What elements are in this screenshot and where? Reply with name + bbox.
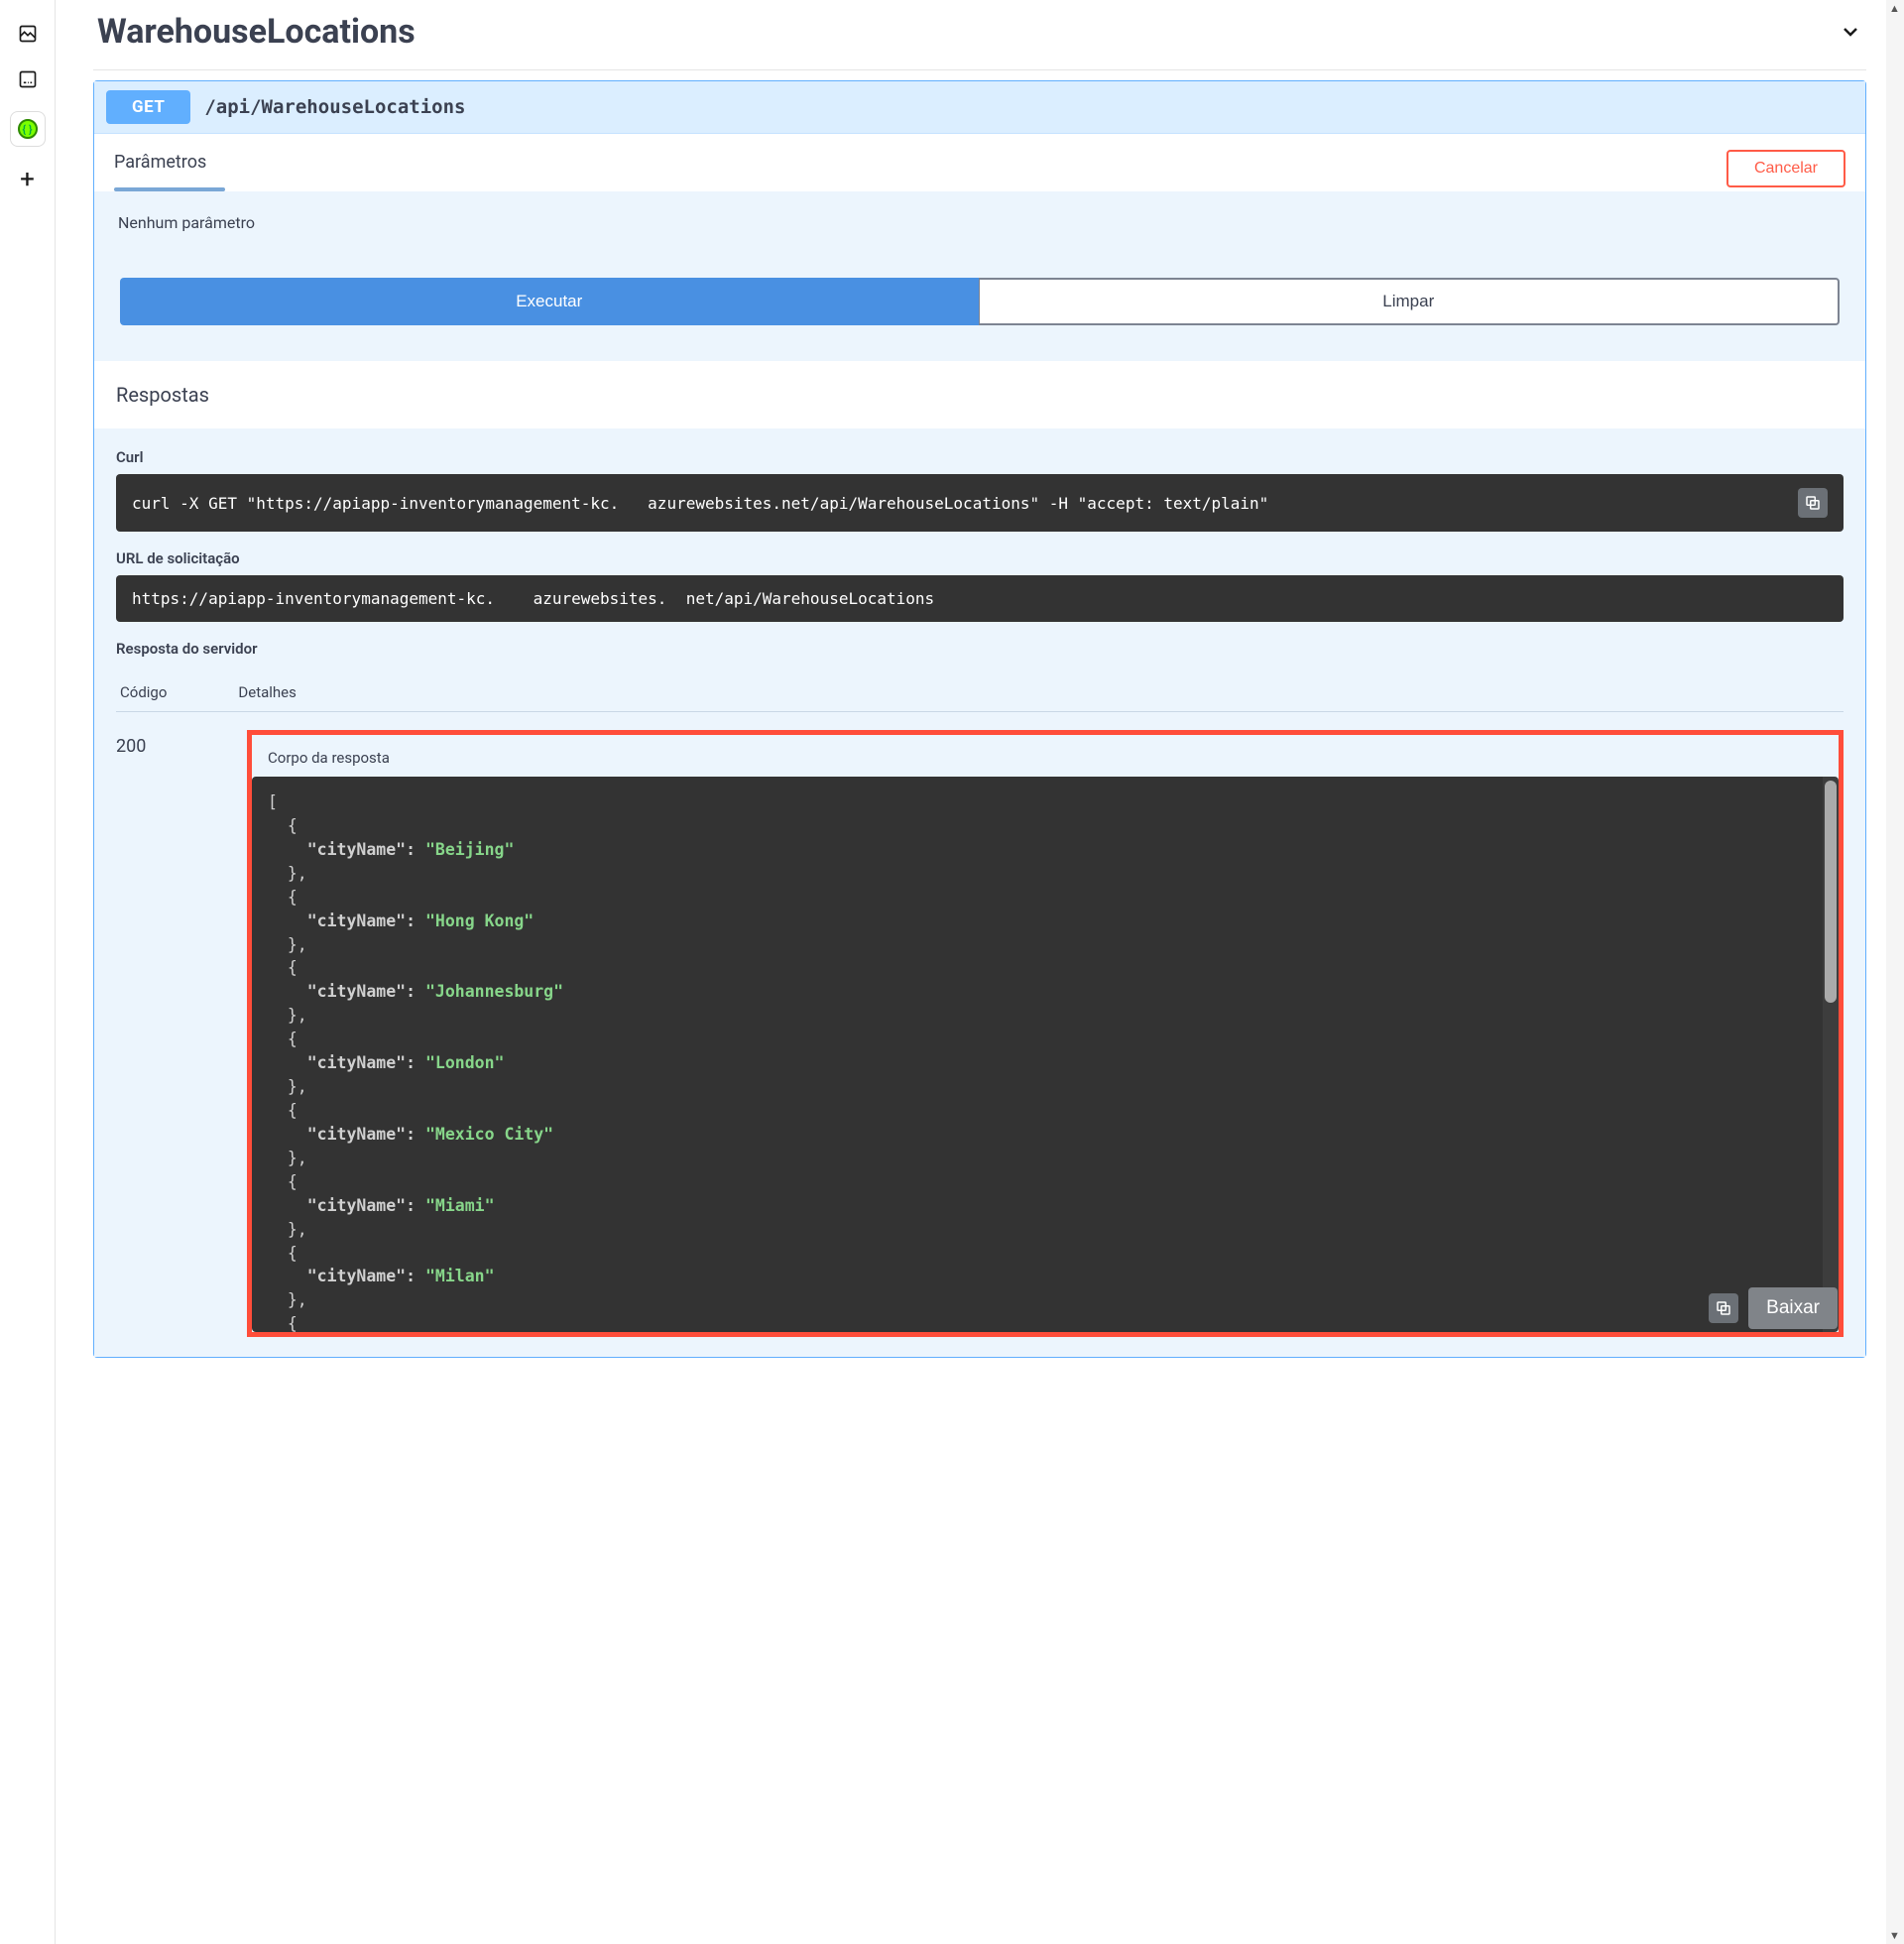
request-url-label: URL de solicitação (116, 549, 1844, 567)
col-code: Código (120, 683, 167, 701)
responses-heading: Respostas (94, 361, 1865, 428)
execute-button[interactable]: Executar (120, 278, 979, 325)
page-scrollbar[interactable]: ▲ ▼ (1886, 0, 1904, 1944)
form-icon[interactable] (14, 65, 42, 93)
add-icon[interactable]: + (20, 165, 35, 194)
response-table-header: Código Detalhes (116, 666, 1844, 712)
status-code: 200 (116, 730, 176, 757)
action-buttons: Executar Limpar (94, 242, 1865, 361)
curl-label: Curl (116, 448, 1844, 466)
parameters-section: Parâmetros Cancelar (94, 134, 1865, 191)
operation-block: GET /api/WarehouseLocations Parâmetros C… (93, 80, 1866, 1358)
copy-response-icon[interactable] (1709, 1293, 1738, 1323)
scroll-down-icon[interactable]: ▼ (1889, 1929, 1900, 1942)
response-details: Corpo da resposta [ { "cityName": "Beiji… (247, 730, 1844, 1337)
response-body-label: Corpo da resposta (252, 735, 1839, 777)
scrollbar[interactable] (1823, 777, 1839, 1332)
image-icon[interactable] (14, 20, 42, 48)
page-title: WarehouseLocations (97, 12, 416, 52)
curl-command-text: curl -X GET "https://apiapp-inventoryman… (132, 494, 1268, 513)
chevron-down-icon[interactable] (1839, 20, 1862, 44)
highlighted-response: Corpo da resposta [ { "cityName": "Beiji… (247, 730, 1844, 1337)
server-response-label: Resposta do servidor (116, 640, 1844, 658)
endpoint-path: /api/WarehouseLocations (204, 96, 465, 118)
curl-command-box: curl -X GET "https://apiapp-inventoryman… (116, 474, 1844, 532)
cancel-button[interactable]: Cancelar (1726, 150, 1845, 187)
copy-icon[interactable] (1798, 488, 1828, 518)
section-header[interactable]: WarehouseLocations (93, 0, 1866, 70)
no-parameters-text: Nenhum parâmetro (94, 191, 1865, 242)
icon-rail: { } + (0, 0, 56, 1944)
main-content: WarehouseLocations GET /api/WarehouseLoc… (56, 0, 1904, 1944)
col-details: Detalhes (238, 683, 296, 701)
http-method-badge: GET (106, 90, 190, 124)
parameters-tab[interactable]: Parâmetros (114, 152, 206, 186)
download-button[interactable]: Baixar (1748, 1287, 1838, 1329)
response-area: Curl curl -X GET "https://apiapp-invento… (94, 428, 1865, 1357)
api-icon[interactable]: { } (10, 111, 46, 147)
clear-button[interactable]: Limpar (979, 278, 1841, 325)
request-url-text: https://apiapp-inventorymanagement-kc. a… (132, 589, 934, 608)
response-body-json[interactable]: [ { "cityName": "Beijing" }, { "cityName… (252, 777, 1839, 1332)
request-url-box: https://apiapp-inventorymanagement-kc. a… (116, 575, 1844, 622)
response-actions: Baixar (1709, 1287, 1838, 1329)
scroll-up-icon[interactable]: ▲ (1889, 2, 1900, 15)
scrollbar-thumb[interactable] (1825, 781, 1837, 1003)
operation-header[interactable]: GET /api/WarehouseLocations (94, 81, 1865, 134)
response-row: 200 Corpo da resposta [ { "cityName": "B… (116, 712, 1844, 1337)
